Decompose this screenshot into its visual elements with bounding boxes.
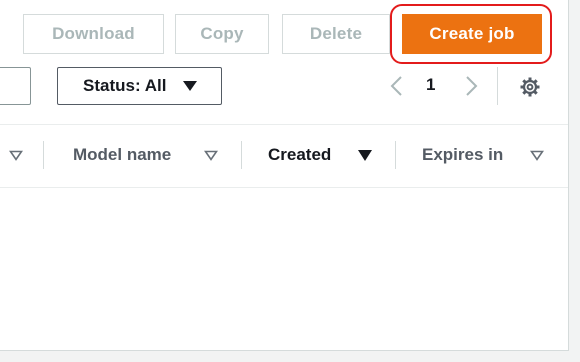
table-header: Model name Created Expires in	[0, 124, 568, 188]
gear-icon[interactable]	[518, 75, 542, 99]
status-filter-label: Status: All	[83, 76, 167, 95]
create-job-highlight-ring	[390, 4, 552, 64]
column-header-expires-in[interactable]: Expires in	[422, 145, 503, 165]
status-filter-select[interactable]: Status: All	[57, 67, 222, 105]
column-divider	[43, 141, 44, 169]
current-page-number[interactable]: 1	[426, 75, 435, 95]
column-divider	[395, 141, 396, 169]
column-header-model-name[interactable]: Model name	[73, 145, 171, 165]
chevron-right-icon[interactable]	[461, 74, 481, 98]
toolbar-divider	[497, 67, 498, 105]
caret-down-icon	[183, 81, 197, 91]
sort-descending-icon[interactable]	[358, 150, 372, 161]
column-divider	[241, 141, 242, 169]
copy-button[interactable]: Copy	[175, 14, 269, 54]
sort-icon[interactable]	[9, 150, 23, 161]
download-button[interactable]: Download	[23, 14, 164, 54]
sort-icon[interactable]	[204, 150, 218, 161]
column-header-created[interactable]: Created	[268, 145, 331, 165]
search-input[interactable]	[0, 67, 31, 105]
sort-icon[interactable]	[530, 150, 544, 161]
jobs-panel: Download Copy Delete Create job Status: …	[0, 0, 569, 351]
delete-button[interactable]: Delete	[282, 14, 390, 54]
chevron-left-icon[interactable]	[387, 74, 407, 98]
